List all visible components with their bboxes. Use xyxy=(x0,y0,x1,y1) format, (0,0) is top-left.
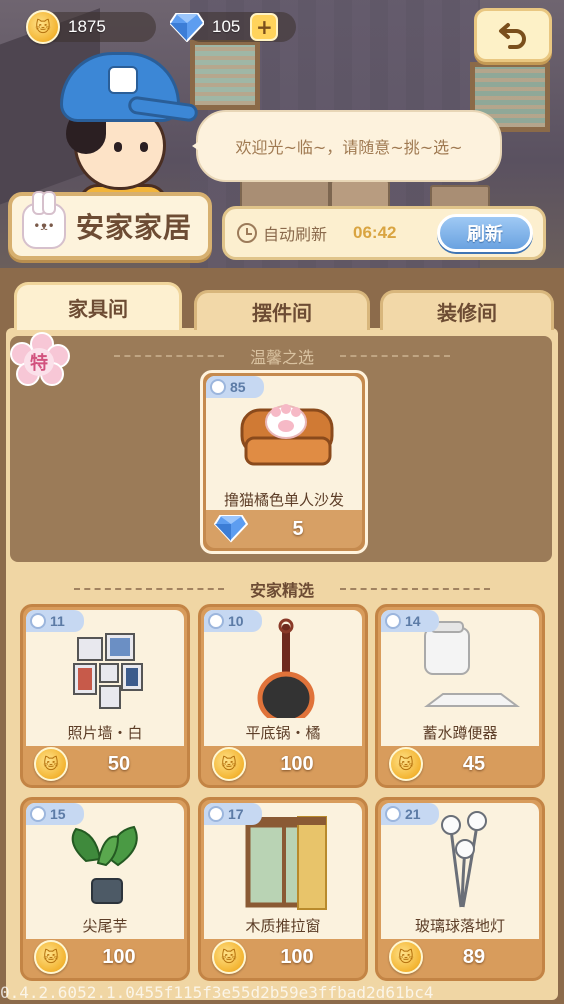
coin-icon: 🐱 xyxy=(34,747,68,781)
flower-icon xyxy=(30,613,46,629)
item-price: 🐱 45 xyxy=(381,746,539,782)
coin-icon: 🐱 xyxy=(389,940,423,974)
auto-refresh-bar: 自动刷新 06:42 刷新 xyxy=(222,206,546,260)
add-diamonds-button[interactable]: + xyxy=(250,13,279,41)
coin-icon: 🐱 xyxy=(34,940,68,974)
item-price: 5 xyxy=(206,510,362,548)
speech-bubble: 欢迎光~临~，请随意~挑~选~ xyxy=(192,110,502,182)
item-name: 尖尾芋 xyxy=(26,911,184,939)
item-name: 木质推拉窗 xyxy=(204,911,362,939)
bunny-icon: •ᴥ• xyxy=(22,191,66,249)
refresh-timer: 06:42 xyxy=(353,223,397,242)
special-badge-label: 特 xyxy=(24,348,54,376)
item-name: 蓄水蹲便器 xyxy=(381,718,539,746)
tab-furniture[interactable]: 家具间 xyxy=(14,282,182,330)
item-level-badge: 11 xyxy=(26,610,84,632)
shopkeeper-character xyxy=(48,44,199,224)
special-item-card[interactable]: 85 撸猫橘色单人沙发 5 xyxy=(200,370,368,554)
item-price: 🐱 100 xyxy=(204,746,362,782)
diamond-amount: 105 xyxy=(212,17,241,36)
auto-refresh-label: 自动刷新 xyxy=(263,225,328,244)
item-price: 🐱 100 xyxy=(204,939,362,975)
shop-title: 安家家居 xyxy=(76,211,193,244)
coin-icon: 🐱 xyxy=(212,940,246,974)
item-level-badge: 21 xyxy=(381,803,439,825)
version-string: 0.4.2.6052.1.0455f115f3e55d2b59e3ffbad2d… xyxy=(0,983,434,1002)
item-name: 照片墙・白 xyxy=(26,718,184,746)
coin-counter: 🐱 1875 xyxy=(26,10,106,44)
item-price: 🐱 50 xyxy=(26,746,184,782)
clock-icon xyxy=(237,223,257,243)
coin-amount: 1875 xyxy=(68,17,106,36)
item-level-badge: 15 xyxy=(26,803,84,825)
coin-icon: 🐱 xyxy=(26,10,60,44)
tab-decoration[interactable]: 装修间 xyxy=(380,290,554,330)
greeting-text: 欢迎光~临~，请随意~挑~选~ xyxy=(235,138,463,157)
item-level-badge: 85 xyxy=(206,376,264,398)
item-level-badge: 17 xyxy=(204,803,262,825)
item-price: 🐱 100 xyxy=(26,939,184,975)
shop-item-card[interactable]: 11 照片墙・白 🐱 50 xyxy=(20,604,190,788)
refresh-button[interactable]: 刷新 xyxy=(437,214,533,252)
return-arrow-icon xyxy=(499,23,526,49)
flower-icon xyxy=(208,613,224,629)
item-price: 🐱 89 xyxy=(381,939,539,975)
item-name: 平底锅・橘 xyxy=(204,718,362,746)
diamond-icon xyxy=(170,10,204,44)
diamond-counter: 105 + xyxy=(170,10,279,44)
special-badge: 特 xyxy=(10,332,70,386)
flower-icon xyxy=(30,806,46,822)
flower-icon xyxy=(385,806,401,822)
window-left xyxy=(190,40,260,110)
featured-section-title: 安家精选 xyxy=(30,577,534,601)
tab-ornaments[interactable]: 摆件间 xyxy=(194,290,370,330)
item-level-badge: 14 xyxy=(381,610,439,632)
shop-name-plate: •ᴥ• 安家家居 xyxy=(8,191,212,260)
coin-icon: 🐱 xyxy=(212,747,246,781)
back-button[interactable] xyxy=(474,8,552,62)
flower-icon xyxy=(208,806,224,822)
item-name: 玻璃球落地灯 xyxy=(381,911,539,939)
flower-icon xyxy=(385,613,401,629)
bunny-cap-logo xyxy=(108,66,138,94)
special-section-title: 温馨之选 xyxy=(40,344,524,368)
shop-item-card[interactable]: 10 平底锅・橘 🐱 100 xyxy=(198,604,368,788)
diamond-icon xyxy=(214,515,248,543)
shop-item-card[interactable]: 15 尖尾芋 🐱 100 xyxy=(20,797,190,981)
coin-icon: 🐱 xyxy=(389,747,423,781)
shop-item-card[interactable]: 14 蓄水蹲便器 🐱 45 xyxy=(375,604,545,788)
shop-item-card[interactable]: 21 玻璃球落地灯 🐱 89 xyxy=(375,797,545,981)
flower-icon xyxy=(210,379,226,395)
shop-item-card[interactable]: 17 木质推拉窗 🐱 100 xyxy=(198,797,368,981)
item-level-badge: 10 xyxy=(204,610,262,632)
